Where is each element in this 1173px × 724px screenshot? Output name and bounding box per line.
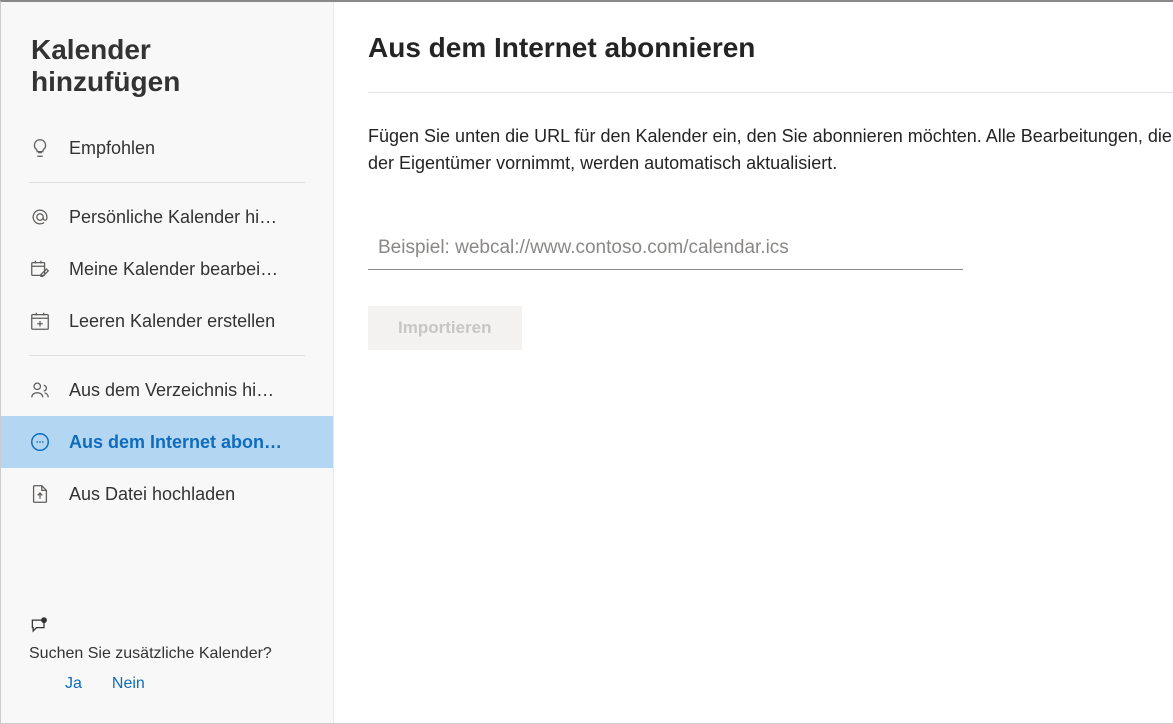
feedback-icon bbox=[29, 616, 305, 636]
feedback-no-link[interactable]: Nein bbox=[112, 675, 145, 693]
at-icon bbox=[29, 206, 51, 228]
nav-item-internet[interactable]: Aus dem Internet abon… bbox=[1, 416, 333, 468]
divider bbox=[29, 182, 305, 183]
nav-label: Aus Datei hochladen bbox=[69, 484, 235, 505]
divider bbox=[29, 355, 305, 356]
file-upload-icon bbox=[29, 483, 51, 505]
nav-group-3: Aus dem Verzeichnis hi… Aus dem Internet… bbox=[1, 364, 333, 520]
nav-item-upload[interactable]: Aus Datei hochladen bbox=[15, 468, 319, 520]
nav-item-directory[interactable]: Aus dem Verzeichnis hi… bbox=[15, 364, 319, 416]
nav-label: Aus dem Verzeichnis hi… bbox=[69, 380, 274, 401]
globe-icon bbox=[29, 431, 51, 453]
nav-group-1: Empfohlen bbox=[1, 122, 333, 174]
feedback-question: Suchen Sie zusätzliche Kalender? bbox=[29, 642, 305, 665]
nav-label: Empfohlen bbox=[69, 138, 155, 159]
sidebar: Kalender hinzufügen Empfohlen Persönlich… bbox=[1, 2, 334, 723]
calendar-url-input[interactable] bbox=[368, 231, 963, 270]
people-icon bbox=[29, 379, 51, 401]
nav-label: Aus dem Internet abon… bbox=[69, 432, 282, 453]
sidebar-title: Kalender hinzufügen bbox=[1, 2, 333, 122]
nav-label: Meine Kalender bearbei… bbox=[69, 259, 278, 280]
nav-item-edit[interactable]: Meine Kalender bearbei… bbox=[15, 243, 319, 295]
nav-item-personal[interactable]: Persönliche Kalender hi… bbox=[15, 191, 319, 243]
main-title: Aus dem Internet abonnieren bbox=[368, 32, 1173, 93]
feedback-section: Suchen Sie zusätzliche Kalender? Ja Nein bbox=[1, 602, 333, 723]
lightbulb-icon bbox=[29, 137, 51, 159]
import-button[interactable]: Importieren bbox=[368, 306, 522, 350]
feedback-actions: Ja Nein bbox=[29, 675, 305, 693]
nav-item-create-empty[interactable]: Leeren Kalender erstellen bbox=[15, 295, 319, 347]
nav-group-2: Persönliche Kalender hi… Meine Kalender … bbox=[1, 191, 333, 347]
nav-item-recommended[interactable]: Empfohlen bbox=[15, 122, 319, 174]
main-content: Aus dem Internet abonnieren Fügen Sie un… bbox=[334, 2, 1173, 723]
edit-calendar-icon bbox=[29, 258, 51, 280]
main-body: Fügen Sie unten die URL für den Kalender… bbox=[368, 93, 1173, 350]
nav-label: Persönliche Kalender hi… bbox=[69, 207, 277, 228]
feedback-yes-link[interactable]: Ja bbox=[65, 675, 82, 693]
nav-label: Leeren Kalender erstellen bbox=[69, 311, 275, 332]
calendar-plus-icon bbox=[29, 310, 51, 332]
description: Fügen Sie unten die URL für den Kalender… bbox=[368, 123, 1173, 177]
